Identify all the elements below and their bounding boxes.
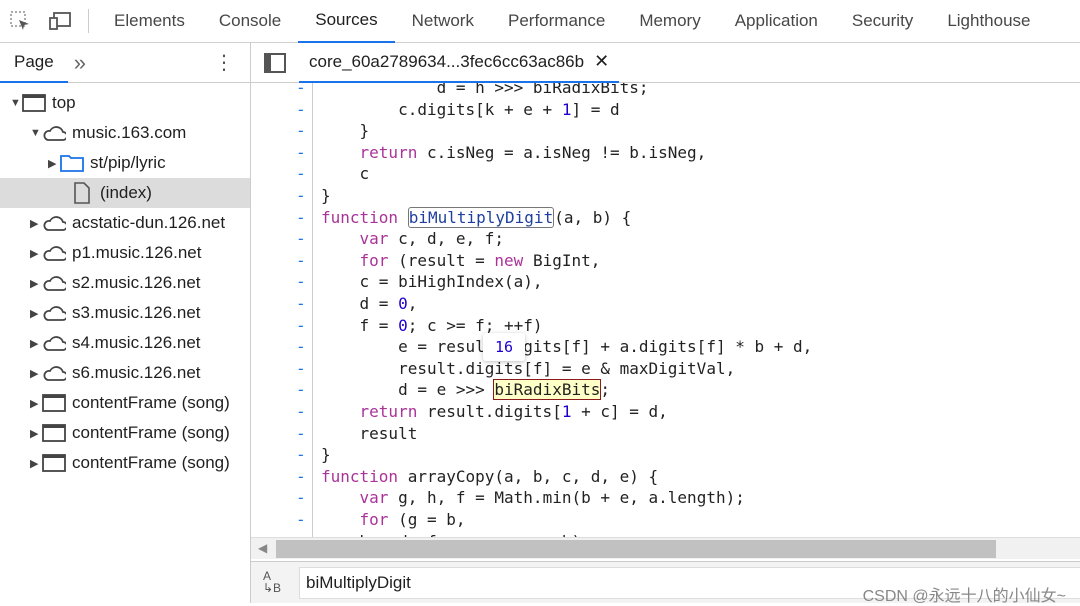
tree-item-label: s6.music.126.net: [72, 363, 201, 382]
collapse-arrow-icon[interactable]: ▶: [48, 157, 60, 170]
tab-memory[interactable]: Memory: [622, 0, 717, 43]
tree-item[interactable]: ▶ contentFrame (song): [0, 448, 250, 478]
hovered-token: biRadixBits: [493, 379, 602, 401]
tab-performance[interactable]: Performance: [491, 0, 622, 43]
source-editor: core_60a2789634...3fec6cc63ac86b ✕ - d = …: [251, 43, 1080, 603]
search-match: biMultiplyDigit: [407, 206, 555, 228]
tab-lighthouse[interactable]: Lighthouse: [930, 0, 1047, 43]
tab-page[interactable]: Page: [0, 43, 68, 83]
file-icon: [70, 182, 94, 204]
tree-item-label: contentFrame (song): [72, 393, 230, 412]
tree-item[interactable]: ▶ s4.music.126.net: [0, 328, 250, 358]
tab-elements[interactable]: Elements: [97, 0, 202, 43]
tree-item-label: music.163.com: [72, 123, 187, 142]
more-tabs-icon[interactable]: »: [74, 50, 86, 76]
code-area[interactable]: - d = h >>> biRadixBits; - c.digits[k + e…: [251, 83, 1080, 537]
tree-item[interactable]: ▼ music.163.com: [0, 118, 250, 148]
collapse-arrow-icon[interactable]: ▶: [30, 307, 42, 320]
cloud-icon: [42, 303, 66, 323]
tab-network[interactable]: Network: [395, 0, 491, 43]
cloud-icon: [42, 123, 66, 143]
tree-item[interactable]: ▼ top: [0, 88, 250, 118]
frame-icon: [42, 453, 66, 473]
collapse-arrow-icon[interactable]: ▶: [30, 337, 42, 350]
match-case-icon[interactable]: A ↳B: [263, 570, 281, 594]
horizontal-scrollbar[interactable]: ◀: [251, 537, 1080, 559]
tree-item[interactable]: (index): [0, 178, 250, 208]
tree-item-label: contentFrame (song): [72, 423, 230, 442]
tree-item-label: (index): [100, 183, 152, 202]
tab-application[interactable]: Application: [718, 0, 835, 43]
expand-arrow-icon[interactable]: ▼: [10, 97, 22, 109]
tree-item-label: acstatic-dun.126.net: [72, 213, 226, 232]
tree-item[interactable]: ▶ s2.music.126.net: [0, 268, 250, 298]
scrollbar-thumb[interactable]: [276, 540, 996, 558]
tree-item-label: top: [52, 93, 76, 112]
collapse-arrow-icon[interactable]: ▶: [30, 457, 42, 470]
frame-icon: [22, 93, 46, 113]
cloud-icon: [42, 243, 66, 263]
scroll-left-icon[interactable]: ◀: [258, 541, 267, 555]
tab-security[interactable]: Security: [835, 0, 930, 43]
collapse-arrow-icon[interactable]: ▶: [30, 217, 42, 230]
tree-item-label: p1.music.126.net: [72, 243, 202, 262]
hover-value-popover: 16: [483, 333, 525, 361]
tree-item[interactable]: ▶ contentFrame (song): [0, 388, 250, 418]
expand-arrow-icon[interactable]: ▼: [30, 127, 42, 139]
divider: [88, 9, 89, 33]
tree-item-label: s4.music.126.net: [72, 333, 201, 352]
cloud-icon: [42, 363, 66, 383]
collapse-arrow-icon[interactable]: ▶: [30, 277, 42, 290]
tree-item[interactable]: ▶ contentFrame (song): [0, 418, 250, 448]
watermark: CSDN @永远十八的小仙女~: [862, 588, 1066, 605]
toggle-navigator-icon[interactable]: [264, 53, 286, 78]
tree-item-label: st/pip/lyric: [90, 153, 166, 172]
menu-kebab-icon[interactable]: ⋮: [214, 50, 234, 75]
tab-console[interactable]: Console: [202, 0, 298, 43]
tab-sources[interactable]: Sources: [298, 0, 395, 43]
cloud-icon: [42, 273, 66, 293]
tree-item[interactable]: ▶ acstatic-dun.126.net: [0, 208, 250, 238]
tree-item[interactable]: ▶ st/pip/lyric: [0, 148, 250, 178]
frame-icon: [42, 393, 66, 413]
navigator-sidebar: Page » ⋮ ▼ top ▼ music.163.com ▶ st/pip/lyric…: [0, 43, 251, 603]
collapse-arrow-icon[interactable]: ▶: [30, 247, 42, 260]
cloud-icon: [42, 213, 66, 233]
tree-item-label: s2.music.126.net: [72, 273, 201, 292]
folder-icon: [60, 153, 84, 173]
tree-item[interactable]: ▶ s3.music.126.net: [0, 298, 250, 328]
collapse-arrow-icon[interactable]: ▶: [30, 427, 42, 440]
file-tab[interactable]: core_60a2789634...3fec6cc63ac86b ✕: [299, 43, 620, 83]
tree-item[interactable]: ▶ s6.music.126.net: [0, 358, 250, 388]
inspect-element-icon[interactable]: [0, 0, 40, 43]
tree-item-label: contentFrame (song): [72, 453, 230, 472]
tree-item[interactable]: ▶ p1.music.126.net: [0, 238, 250, 268]
file-tab-label: core_60a2789634...3fec6cc63ac86b: [309, 51, 585, 71]
frame-icon: [42, 423, 66, 443]
collapse-arrow-icon[interactable]: ▶: [30, 367, 42, 380]
collapse-arrow-icon[interactable]: ▶: [30, 397, 42, 410]
tree-item-label: s3.music.126.net: [72, 303, 201, 322]
device-toolbar-icon[interactable]: [40, 0, 80, 43]
cloud-icon: [42, 333, 66, 353]
close-icon[interactable]: ✕: [594, 51, 609, 72]
devtools-toolbar: Elements Console Sources Network Performance…: [0, 0, 1080, 43]
